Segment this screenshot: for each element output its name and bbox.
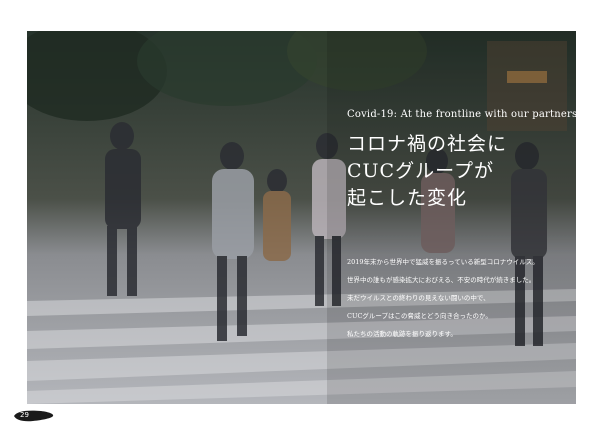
title-line: コロナ禍の社会に: [347, 133, 508, 155]
body-line: 未だウイルスとの終わりの見えない闘いの中で、: [347, 294, 490, 302]
crowd-crosswalk-illustration: [27, 31, 576, 404]
page-number: 29: [20, 411, 29, 419]
hero-photo: Covid-19: At the frontline with our part…: [27, 31, 576, 404]
body-line: 私たちの活動の軌跡を振り返ります。: [347, 330, 457, 338]
body-line: 2019年末から世界中で猛威を振るっている新型コロナウイルス。: [347, 258, 539, 266]
body-text: 2019年末から世界中で猛威を振るっている新型コロナウイルス。 世界中の誰もが感…: [347, 253, 539, 343]
subtitle: Covid-19: At the frontline with our part…: [347, 109, 576, 120]
title-line: CUCグループが: [347, 160, 494, 182]
body-line: 世界中の誰もが感染拡大におびえる、不安の時代が続きました。: [347, 276, 536, 284]
title-line: 起こした変化: [347, 187, 468, 209]
body-line: CUCグループはこの脅威とどう向き合ったのか。: [347, 312, 492, 320]
page-title: コロナ禍の社会に CUCグループが 起こした変化: [347, 131, 507, 212]
